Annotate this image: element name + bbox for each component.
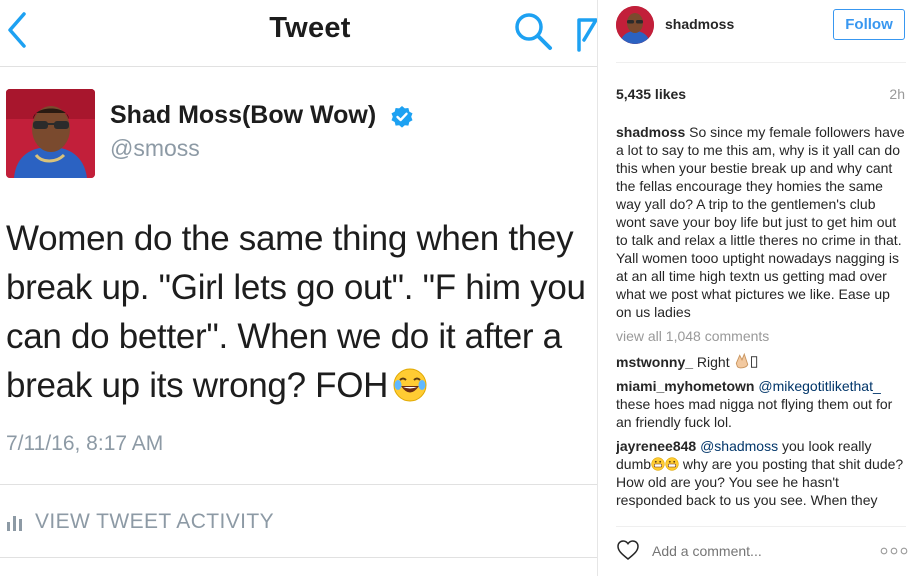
grin-emoji-icon <box>665 457 679 471</box>
author-name[interactable]: Shad Moss(Bow Wow) <box>110 101 376 130</box>
caption-username[interactable]: shadmoss <box>616 124 685 140</box>
author-avatar[interactable] <box>6 89 95 178</box>
instagram-screenshot: shadmoss Follow 5,435 likes 2h shadmoss … <box>597 0 917 576</box>
tweet-screenshot: Tweet Shad Moss(Bow Wow) @smoss Women do… <box>0 0 597 576</box>
caption: shadmoss So since my female followers ha… <box>616 123 908 321</box>
comment-list: shadmoss So since my female followers ha… <box>616 123 908 517</box>
compose-icon[interactable] <box>576 14 597 52</box>
bar-chart-icon <box>7 516 22 531</box>
comment-text: Right <box>696 354 730 370</box>
comment-mention[interactable]: @mikegotitlikethat_ <box>758 378 880 394</box>
tweet-timestamp: 7/11/16, 8:17 AM <box>6 432 164 455</box>
author-handle[interactable]: @smoss <box>110 135 200 162</box>
comment-username[interactable]: mstwonny_ <box>616 354 693 370</box>
verified-badge-icon <box>391 106 413 128</box>
tweet-text-block: Women do the same thing when they break … <box>6 214 596 410</box>
list-item: jayrenee848 @shadmoss you look really du… <box>616 437 908 509</box>
tweet-header: Tweet <box>0 0 597 67</box>
avatar[interactable] <box>616 6 654 44</box>
view-tweet-activity-button[interactable]: VIEW TWEET ACTIVITY <box>6 508 274 536</box>
likes-count[interactable]: 5,435 likes <box>616 86 686 102</box>
comment-username[interactable]: miami_myhometown <box>616 378 754 394</box>
comment-mention[interactable]: @shadmoss <box>700 438 778 454</box>
comment-username[interactable]: jayrenee848 <box>616 438 696 454</box>
caption-text: So since my female followers have a lot … <box>616 124 905 320</box>
avatar-photo <box>616 6 654 44</box>
post-time: 2h <box>889 86 905 102</box>
divider <box>0 484 597 485</box>
grin-emoji-icon <box>651 457 665 471</box>
divider <box>616 526 906 527</box>
more-options-icon[interactable] <box>880 544 908 558</box>
list-item: mstwonny_ Right <box>616 353 908 371</box>
view-all-comments-link[interactable]: view all 1,048 comments <box>616 327 908 345</box>
post-username[interactable]: shadmoss <box>665 16 734 32</box>
heart-icon[interactable] <box>616 538 640 562</box>
comment-text: these hoes mad nigga not flying them out… <box>616 396 893 430</box>
joy-emoji-icon <box>393 368 427 402</box>
view-tweet-activity-label: VIEW TWEET ACTIVITY <box>35 510 275 533</box>
follow-button[interactable]: Follow <box>833 9 905 40</box>
tweet-text: Women do the same thing when they break … <box>6 219 586 405</box>
divider <box>0 557 597 558</box>
divider <box>616 62 906 63</box>
clap-emoji-icon <box>736 353 749 369</box>
list-item: miami_myhometown @mikegotitlikethat_ the… <box>616 377 908 431</box>
add-comment-input[interactable] <box>652 543 842 559</box>
missing-glyph-icon <box>751 356 758 368</box>
avatar-photo <box>6 89 95 178</box>
search-icon[interactable] <box>512 10 554 52</box>
